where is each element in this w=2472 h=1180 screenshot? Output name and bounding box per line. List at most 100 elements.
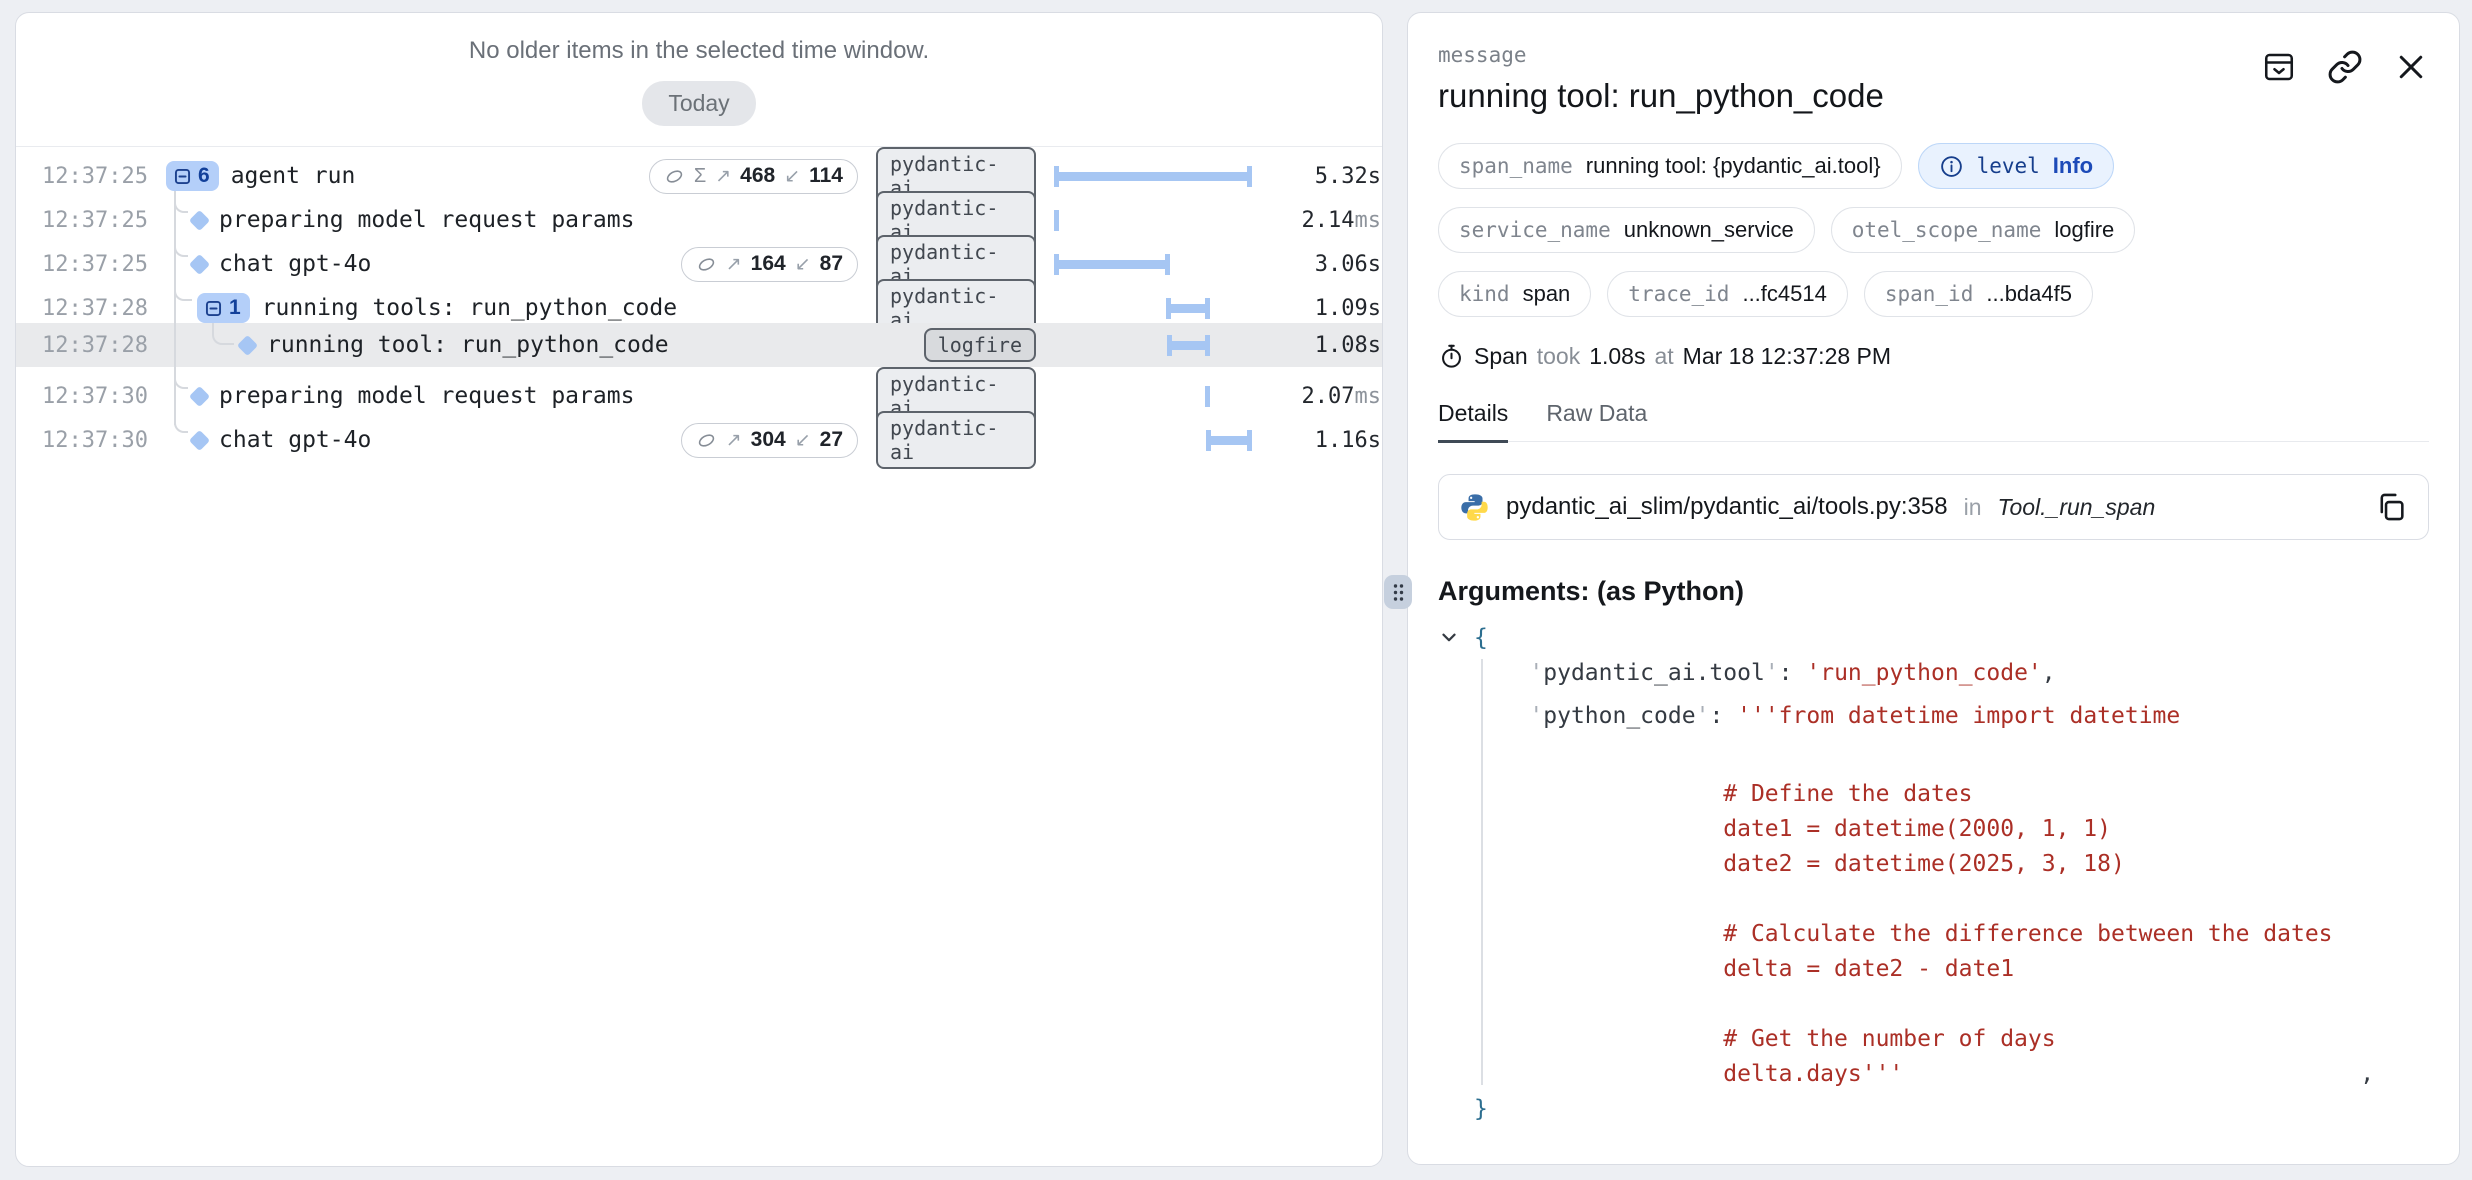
span-detail-panel: message running tool: run_python_code xyxy=(1407,12,2460,1165)
attr-level[interactable]: level Info xyxy=(1918,143,2115,189)
attr-value: span xyxy=(1523,281,1571,307)
attr-span_id[interactable]: span_id...bda4f5 xyxy=(1864,271,2093,317)
input-tokens: 304 xyxy=(751,428,786,452)
attr-key: span_id xyxy=(1885,282,1974,306)
attr-key: trace_id xyxy=(1628,282,1729,306)
attr-kind[interactable]: kindspan xyxy=(1438,271,1591,317)
duration-bar xyxy=(1056,172,1250,181)
row-metrics: ↗304↙27 xyxy=(616,423,876,458)
code-line: 'python_code': '''from datetime import d… xyxy=(1474,699,2429,734)
code-line: # Get the number of days xyxy=(1474,1022,2429,1057)
detail-tabs: Details Raw Data xyxy=(1438,400,2429,442)
tree-elbow xyxy=(174,190,188,213)
attr-key: service_name xyxy=(1459,218,1611,242)
attr-value: Info xyxy=(2053,153,2093,179)
close-icon[interactable] xyxy=(2393,49,2429,85)
attr-value: ...fc4514 xyxy=(1742,281,1826,307)
row-duration: 2.14ms xyxy=(1276,208,1381,233)
trace-row[interactable]: 12:37:30preparing model request paramspy… xyxy=(16,367,1382,411)
span-name: chat gpt-4o xyxy=(219,427,371,453)
trace-row[interactable]: 12:37:28running tool: run_python_codelog… xyxy=(16,323,1382,367)
row-timestamp: 12:37:30 xyxy=(16,428,166,453)
row-timestamp: 12:37:25 xyxy=(16,164,166,189)
indent-guide xyxy=(1481,659,1483,1085)
collapse-badge[interactable]: 1 xyxy=(197,293,250,323)
attr-trace_id[interactable]: trace_id ...fc4514 xyxy=(1607,271,1848,317)
output-tokens-arrow-icon: ↙ xyxy=(795,429,811,452)
collapse-toggle-icon[interactable] xyxy=(1438,626,1460,648)
span-attributes: span_namerunning tool: {pydantic_ai.tool… xyxy=(1438,143,2429,317)
span-name: agent run xyxy=(231,163,356,189)
trace-list-panel: No older items in the selected time wind… xyxy=(15,12,1383,1167)
attr-value: running tool: {pydantic_ai.tool} xyxy=(1586,153,1881,179)
row-tag: pydantic-ai xyxy=(876,411,1036,469)
tab-raw-data[interactable]: Raw Data xyxy=(1546,400,1647,441)
tree-line xyxy=(174,323,176,367)
row-duration: 3.06s xyxy=(1276,252,1381,277)
span-name: chat gpt-4o xyxy=(219,251,371,277)
tree-elbow xyxy=(174,410,188,433)
code-line: date1 = datetime(2000, 1, 1) xyxy=(1474,812,2429,847)
row-metrics: Σ↗468↙114 xyxy=(616,159,876,194)
archive-icon[interactable] xyxy=(2261,49,2297,85)
copy-icon[interactable] xyxy=(2374,490,2408,524)
stopwatch-icon xyxy=(1438,343,1465,370)
code-line xyxy=(1474,987,2429,1022)
duration-bar xyxy=(1168,304,1208,313)
trace-rows: 12:37:256agent runΣ↗468↙114pydantic-ai5.… xyxy=(16,147,1382,455)
duration-tick xyxy=(1054,210,1059,231)
trace-row[interactable]: 12:37:25preparing model request paramspy… xyxy=(16,191,1382,235)
span-name: running tools: run_python_code xyxy=(262,295,677,321)
output-tokens: 114 xyxy=(809,164,843,188)
code-location[interactable]: pydantic_ai_slim/pydantic_ai/tools.py:35… xyxy=(1438,474,2429,540)
duration-tick xyxy=(1205,386,1210,407)
row-duration: 1.16s xyxy=(1276,428,1381,453)
header-actions xyxy=(2261,43,2429,85)
duration-bar xyxy=(1208,436,1250,445)
attr-otel_scope_name[interactable]: otel_scope_namelogfire xyxy=(1831,207,2136,253)
input-tokens: 468 xyxy=(740,164,775,188)
code-location-path: pydantic_ai_slim/pydantic_ai/tools.py:35… xyxy=(1506,493,1948,521)
input-tokens: 164 xyxy=(751,252,786,276)
grip-dots-icon xyxy=(1391,582,1406,603)
copy-link-icon[interactable] xyxy=(2327,49,2363,85)
trace-row[interactable]: 12:37:30chat gpt-4o↗304↙27pydantic-ai1.1… xyxy=(16,411,1382,455)
scope-tag-pydantic-ai[interactable]: pydantic-ai xyxy=(876,411,1036,469)
arguments-code-text: { 'pydantic_ai.tool': 'run_python_code',… xyxy=(1474,621,2429,1127)
attr-span_name[interactable]: span_namerunning tool: {pydantic_ai.tool… xyxy=(1438,143,1902,189)
row-timestamp: 12:37:28 xyxy=(16,296,166,321)
code-line: # Define the dates xyxy=(1474,777,2429,812)
list-header: No older items in the selected time wind… xyxy=(16,13,1382,147)
tree-elbow xyxy=(212,322,234,345)
attr-value: unknown_service xyxy=(1624,217,1794,243)
trace-row[interactable]: 12:37:256agent runΣ↗468↙114pydantic-ai5.… xyxy=(16,147,1382,191)
span-diamond-icon xyxy=(189,385,210,406)
trace-row[interactable]: 12:37:281running tools: run_python_codep… xyxy=(16,279,1382,323)
message-kicker: message xyxy=(1438,43,1884,67)
timeline-track xyxy=(1056,411,1250,469)
sigma-icon: Σ xyxy=(694,165,706,188)
row-metrics: ↗164↙87 xyxy=(616,247,876,282)
span-name: running tool: run_python_code xyxy=(267,332,669,358)
tokens-icon xyxy=(696,254,717,275)
trace-row[interactable]: 12:37:25chat gpt-4o↗164↙87pydantic-ai3.0… xyxy=(16,235,1382,279)
attr-key: level xyxy=(1977,154,2040,178)
row-tree: running tool: run_python_code xyxy=(166,323,616,367)
scope-tag-logfire[interactable]: logfire xyxy=(924,328,1036,362)
span-diamond-icon xyxy=(189,429,210,450)
collapse-badge[interactable]: 6 xyxy=(166,161,219,191)
child-count: 1 xyxy=(229,296,241,320)
at-word: at xyxy=(1654,343,1673,370)
code-line: # Calculate the difference between the d… xyxy=(1474,917,2429,952)
today-button[interactable]: Today xyxy=(642,81,755,126)
collapse-minus-icon xyxy=(172,166,193,187)
attr-service_name[interactable]: service_name unknown_service xyxy=(1438,207,1815,253)
code-line xyxy=(1474,882,2429,917)
arguments-heading: Arguments: (as Python) xyxy=(1438,576,2429,607)
panel-resize-handle[interactable] xyxy=(1384,575,1412,609)
input-tokens-arrow-icon: ↗ xyxy=(726,429,742,452)
arguments-code: { 'pydantic_ai.tool': 'run_python_code',… xyxy=(1438,621,2429,1127)
tokens-icon xyxy=(664,166,685,187)
child-count: 6 xyxy=(198,164,210,188)
tab-details[interactable]: Details xyxy=(1438,400,1508,443)
